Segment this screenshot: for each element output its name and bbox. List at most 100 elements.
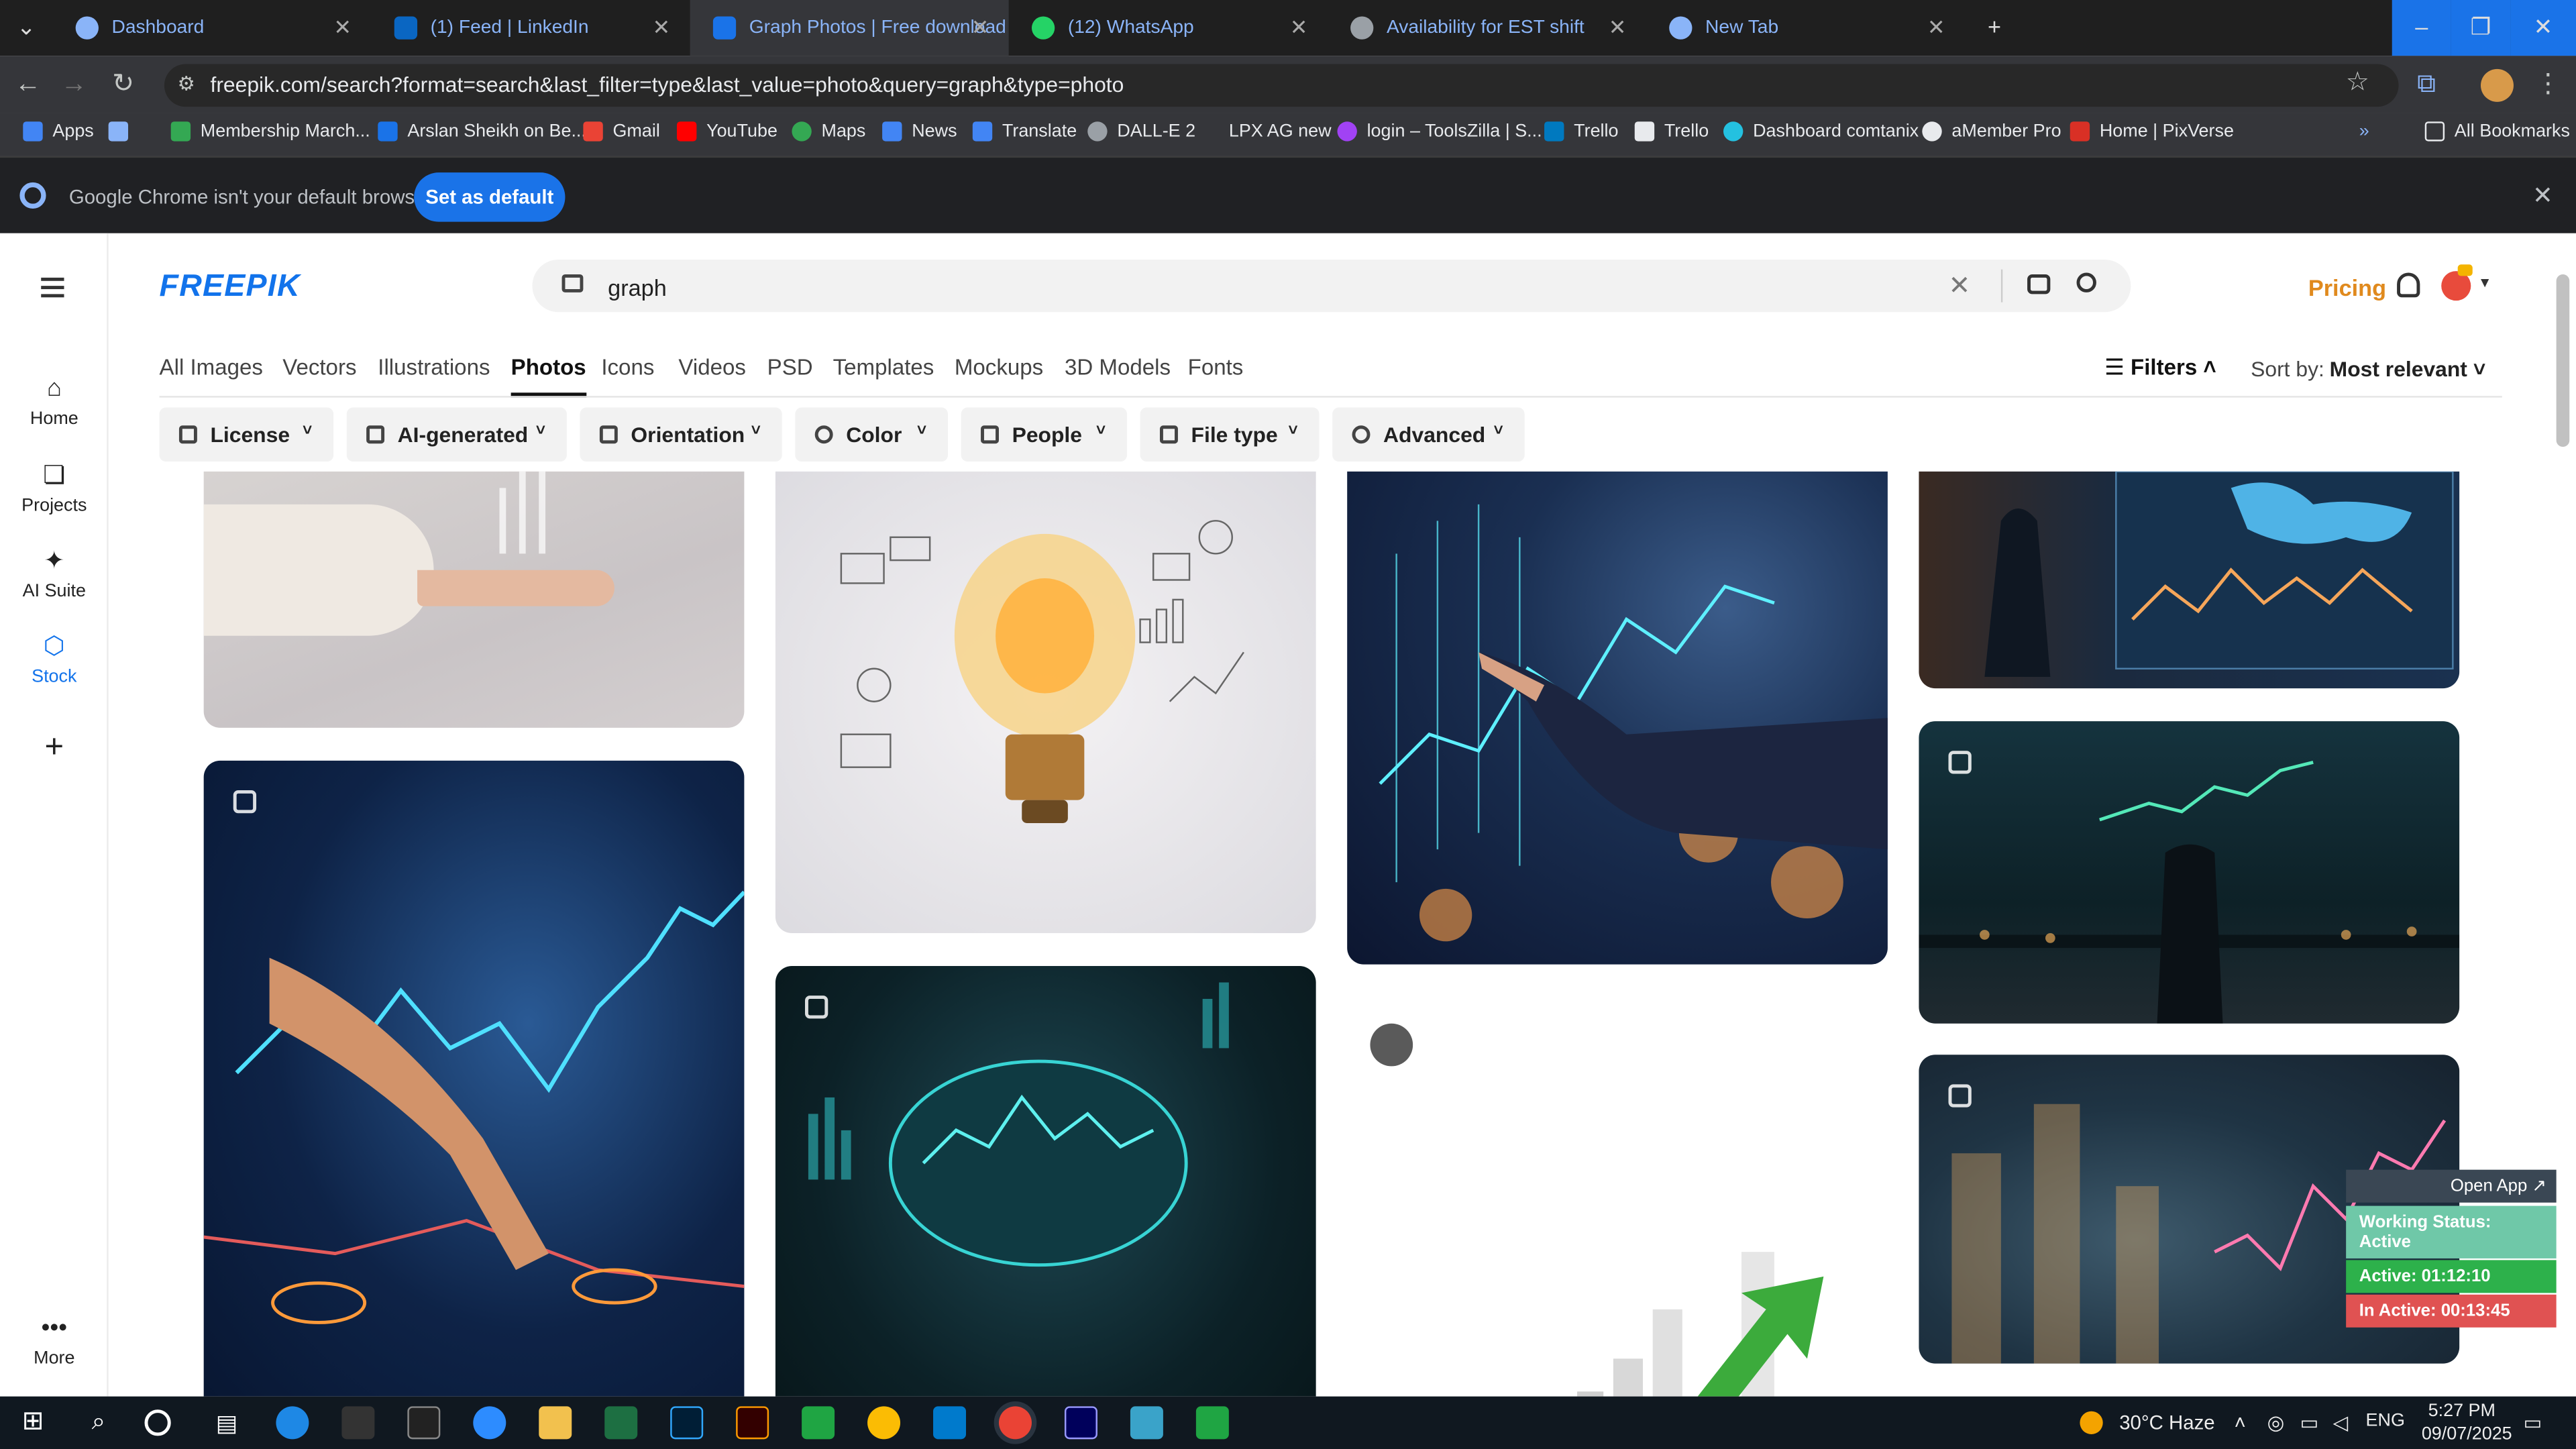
extensions-icon[interactable]: ⧉ — [2408, 67, 2445, 103]
close-tab-icon[interactable]: ✕ — [333, 15, 352, 41]
tab-freepik[interactable]: Graph Photos | Free download ✕ — [690, 0, 1009, 56]
tab-all-images[interactable]: All Images — [160, 355, 263, 380]
wifi-icon[interactable]: ▭ — [2300, 1411, 2319, 1434]
user-avatar[interactable] — [2441, 264, 2473, 301]
site-info-icon[interactable]: ⚙ — [177, 72, 195, 95]
image-card[interactable] — [203, 760, 745, 1397]
photoshop-icon[interactable] — [670, 1406, 704, 1440]
bookmark-gmail[interactable]: Gmail — [583, 121, 660, 142]
chrome-menu-icon[interactable]: ⋮ — [2530, 67, 2566, 103]
url-text[interactable]: freepik.com/search?format=search&last_fi… — [210, 72, 1124, 97]
clear-search-icon[interactable]: ✕ — [1949, 270, 1971, 303]
tab-vectors[interactable]: Vectors — [282, 355, 356, 380]
clock-time[interactable]: 5:27 PM — [2428, 1401, 2496, 1421]
premiere-icon[interactable] — [1064, 1406, 1097, 1440]
search-bar[interactable]: graph ✕ — [532, 259, 2131, 313]
tab-videos[interactable]: Videos — [678, 355, 746, 380]
bookmark-translate[interactable]: Translate — [972, 121, 1077, 142]
bookmarks-overflow-icon[interactable]: » — [2359, 121, 2369, 141]
tab-psd[interactable]: PSD — [767, 355, 813, 380]
bookmark-youtube[interactable]: YouTube — [676, 121, 777, 142]
filter-people[interactable]: People ˅ — [961, 407, 1128, 462]
filter-license[interactable]: License ˅ — [159, 407, 334, 462]
tab-icons[interactable]: Icons — [601, 355, 654, 380]
bookmark-amember[interactable]: aMember Pro — [1922, 121, 2061, 142]
bookmark-lpx[interactable]: LPX AG new — [1199, 121, 1332, 141]
hamburger-menu-icon[interactable] — [41, 277, 64, 303]
chrome-active-icon[interactable] — [998, 1406, 1032, 1440]
notifications-icon[interactable]: ▭ — [2524, 1411, 2542, 1434]
search-input[interactable]: graph — [608, 274, 667, 301]
back-icon[interactable]: ← — [10, 67, 46, 103]
page-scrollbar[interactable] — [2556, 274, 2570, 447]
chrome-icon[interactable] — [867, 1406, 901, 1440]
filter-advanced[interactable]: Advanced ˅ — [1332, 407, 1525, 462]
tab-new-tab[interactable]: New Tab ✕ — [1646, 0, 1965, 56]
zoom-icon[interactable] — [473, 1406, 506, 1440]
bookmark-trello-1[interactable]: Trello — [1544, 121, 1619, 142]
filter-file-type[interactable]: File type ˅ — [1140, 407, 1320, 462]
tab-3d-models[interactable]: 3D Models — [1065, 355, 1171, 380]
close-tab-icon[interactable]: ✕ — [971, 15, 989, 41]
filter-orientation[interactable]: Orientation ˅ — [580, 407, 782, 462]
bookmark-toolszilla[interactable]: login – ToolsZilla | S... — [1337, 121, 1542, 142]
green-app-icon[interactable] — [802, 1406, 835, 1440]
tab-linkedin[interactable]: (1) Feed | LinkedIn ✕ — [371, 0, 690, 56]
task-view-icon[interactable]: ▤ — [210, 1406, 243, 1439]
bookmark-star-icon[interactable]: ☆ — [2339, 66, 2375, 102]
close-infobar-icon[interactable]: ✕ — [2532, 180, 2553, 211]
close-tab-icon[interactable]: ✕ — [1290, 15, 1308, 41]
tab-mockups[interactable]: Mockups — [955, 355, 1043, 380]
reload-icon[interactable]: ↻ — [105, 67, 142, 103]
network-icon[interactable]: ◎ — [2267, 1411, 2285, 1434]
terminal-icon[interactable] — [407, 1406, 441, 1440]
image-card[interactable] — [775, 471, 1316, 934]
image-card[interactable] — [203, 471, 745, 728]
windows-start-icon[interactable]: ⊞ — [16, 1406, 49, 1439]
freepik-logo[interactable]: FREEPIK — [160, 270, 301, 306]
forward-icon[interactable]: → — [56, 67, 92, 103]
profile-avatar[interactable] — [2480, 68, 2514, 102]
pen-icon[interactable] — [341, 1406, 375, 1440]
open-app-link[interactable]: Open App ↗ — [2346, 1169, 2557, 1203]
image-card[interactable] — [1347, 997, 1888, 1397]
excel-icon[interactable] — [604, 1406, 638, 1440]
cortana-icon[interactable] — [144, 1409, 171, 1436]
weather-text[interactable]: 30°C Haze — [2119, 1411, 2214, 1434]
tab-search-icon[interactable]: ⌄ — [0, 0, 52, 56]
chevron-down-icon[interactable]: ▾ — [2481, 274, 2489, 292]
image-card[interactable] — [1347, 471, 1888, 965]
image-card[interactable] — [1919, 721, 2460, 1024]
edge-icon[interactable] — [276, 1406, 309, 1440]
pricing-link[interactable]: Pricing — [2308, 274, 2386, 301]
tab-availability[interactable]: Availability for EST shift ✕ — [1328, 0, 1646, 56]
tab-whatsapp[interactable]: (12) WhatsApp ✕ — [1009, 0, 1328, 56]
file-explorer-icon[interactable] — [539, 1406, 572, 1440]
nav-home[interactable]: ⌂ Home — [0, 374, 109, 429]
maximize-icon[interactable]: ❐ — [2451, 0, 2511, 56]
close-tab-icon[interactable]: ✕ — [1927, 15, 1945, 41]
bookmark-apps[interactable]: Apps — [23, 121, 94, 142]
chevron-up-icon[interactable]: ˄ — [2235, 1411, 2246, 1434]
bookmark-maps[interactable]: Maps — [792, 121, 865, 142]
close-window-icon[interactable]: ✕ — [2510, 0, 2576, 56]
close-tab-icon[interactable]: ✕ — [652, 15, 670, 41]
notifications-bell-icon[interactable] — [2397, 272, 2420, 298]
image-card[interactable] — [775, 966, 1316, 1397]
close-tab-icon[interactable]: ✕ — [1609, 15, 1627, 41]
weather-icon[interactable] — [2080, 1411, 2103, 1434]
bookmark-grid[interactable] — [108, 121, 138, 142]
bookmark-news[interactable]: News — [882, 121, 957, 142]
search-icon[interactable] — [2076, 272, 2096, 292]
bookmark-trello-2[interactable]: Trello — [1634, 121, 1709, 142]
filters-toggle[interactable]: ☰ Filters ˄ — [2104, 355, 2216, 381]
bookmark-pixverse[interactable]: Home | PixVerse — [2070, 121, 2234, 142]
filter-color[interactable]: Color ˅ — [795, 407, 949, 462]
bookmark-membership[interactable]: Membership March... — [170, 121, 370, 142]
app-icon[interactable] — [1130, 1406, 1163, 1440]
volume-icon[interactable]: ◁ — [2333, 1411, 2349, 1434]
minimize-icon[interactable]: – — [2392, 0, 2451, 56]
tab-illustrations[interactable]: Illustrations — [378, 355, 490, 380]
all-bookmarks[interactable]: All Bookmarks — [2424, 121, 2570, 142]
language-indicator[interactable]: ENG — [2366, 1411, 2405, 1431]
